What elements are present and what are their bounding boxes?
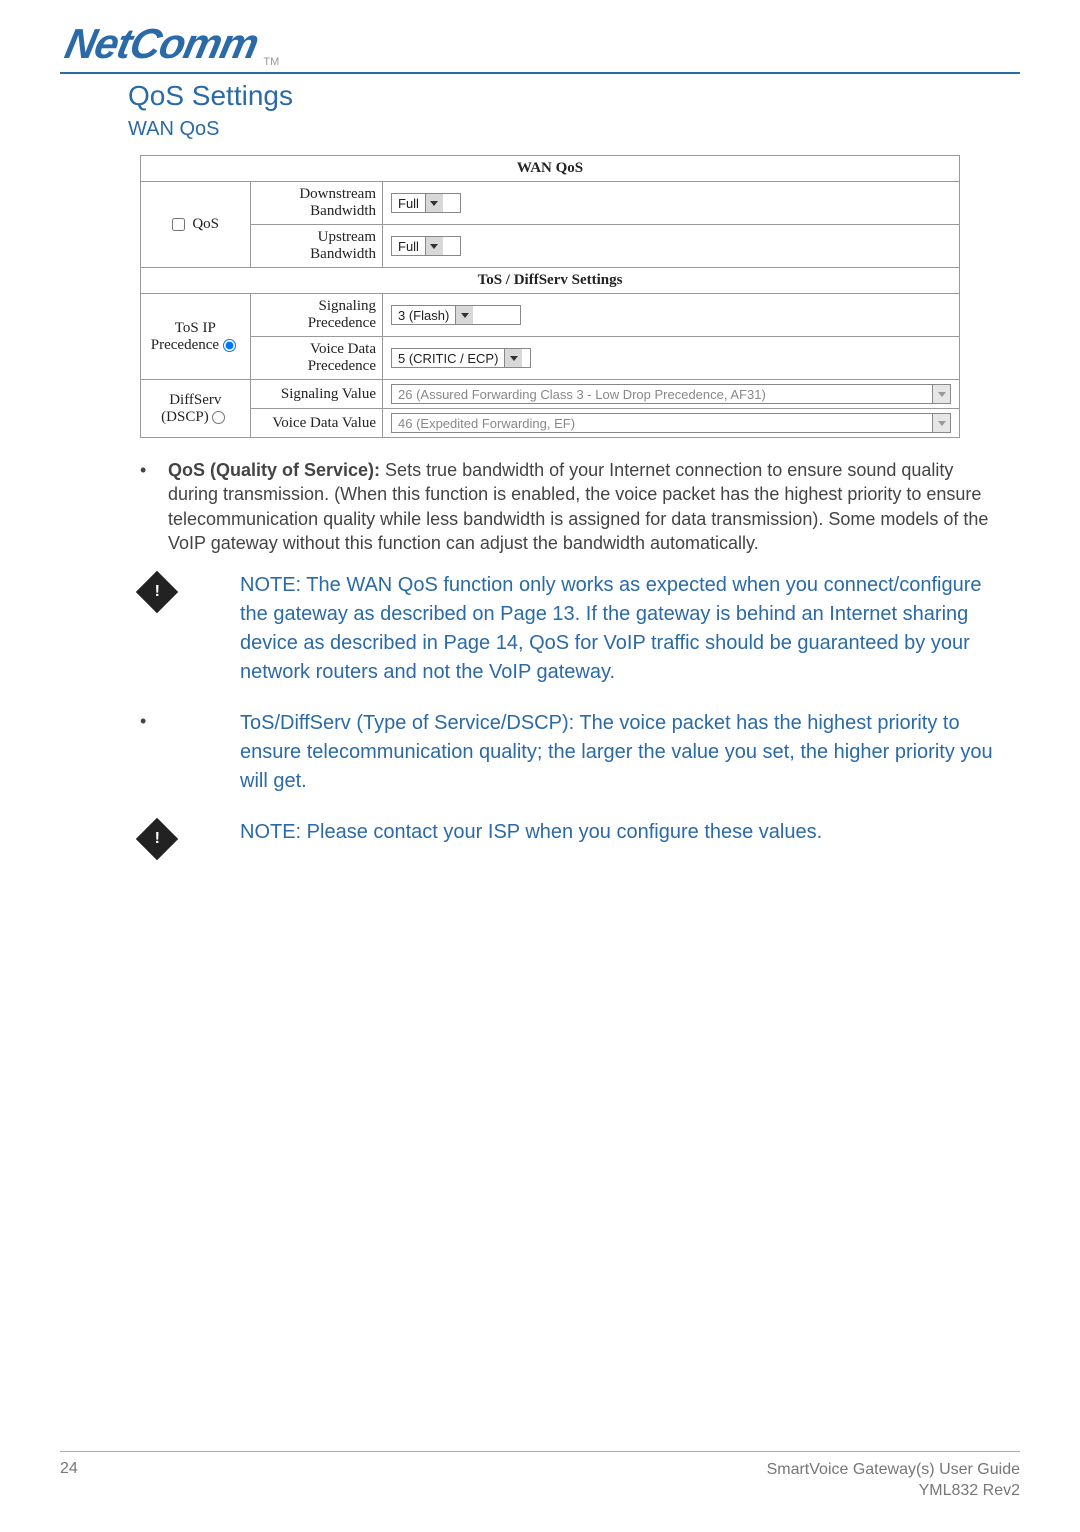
diffserv-row-label: DiffServ (DSCP)	[141, 380, 251, 438]
chevron-down-icon	[504, 349, 522, 367]
downstream-label: Downstream Bandwidth	[250, 182, 382, 225]
downstream-value: Full	[392, 196, 425, 211]
upstream-label: Upstream Bandwidth	[250, 225, 382, 268]
tos-bullet-text: ToS/DiffServ (Type of Service/DSCP): The…	[240, 709, 1000, 796]
upstream-value: Full	[392, 239, 425, 254]
page-number: 24	[60, 1460, 78, 1502]
tos-label-text: ToS IP Precedence	[151, 320, 219, 353]
chevron-down-icon	[425, 194, 443, 212]
table-section-wan-qos: WAN QoS	[141, 156, 960, 182]
bullet-icon: •	[140, 458, 168, 555]
note2-text: NOTE: Please contact your ISP when you c…	[240, 818, 1000, 854]
qos-checkbox[interactable]	[172, 218, 185, 231]
alert-icon	[136, 571, 178, 613]
table-section-tos: ToS / DiffServ Settings	[141, 268, 960, 294]
voice-val-select[interactable]: 46 (Expedited Forwarding, EF)	[391, 413, 951, 433]
note-isp: NOTE: Please contact your ISP when you c…	[140, 818, 1000, 854]
bullet-icon: •	[140, 709, 146, 733]
trademark: TM	[263, 56, 279, 68]
voice-prec-select[interactable]: 5 (CRITIC / ECP)	[391, 348, 531, 368]
qos-bold: QoS (Quality of Service):	[168, 460, 380, 480]
qos-row-label: QoS	[141, 182, 251, 268]
chevron-down-icon	[425, 237, 443, 255]
sig-val-select[interactable]: 26 (Assured Forwarding Class 3 - Low Dro…	[391, 384, 951, 404]
footer-title: SmartVoice Gateway(s) User Guide	[767, 1460, 1020, 1481]
upstream-select[interactable]: Full	[391, 236, 461, 256]
brand-logo: NetComm	[55, 20, 263, 68]
alert-icon	[136, 818, 178, 860]
sig-prec-value: 3 (Flash)	[392, 308, 455, 323]
sig-prec-select[interactable]: 3 (Flash)	[391, 305, 521, 325]
note1-text: NOTE: The WAN QoS function only works as…	[240, 571, 1000, 687]
footer-rev: YML832 Rev2	[767, 1481, 1020, 1502]
diffserv-radio[interactable]	[212, 411, 225, 424]
chevron-down-icon	[455, 306, 473, 324]
wan-qos-table: WAN QoS QoS Downstream Bandwidth Full Up…	[140, 155, 960, 438]
section-title: WAN QoS	[128, 118, 1020, 141]
sig-prec-label: Signaling Precedence	[250, 294, 382, 337]
note-wan-qos: NOTE: The WAN QoS function only works as…	[140, 571, 1000, 687]
voice-val-value: 46 (Expedited Forwarding, EF)	[392, 416, 932, 431]
voice-val-label: Voice Data Value	[250, 409, 382, 438]
tos-row-label: ToS IP Precedence	[141, 294, 251, 380]
qos-description: • QoS (Quality of Service): Sets true ba…	[140, 458, 1000, 555]
sig-val-value: 26 (Assured Forwarding Class 3 - Low Dro…	[392, 387, 932, 402]
tos-description: • ToS/DiffServ (Type of Service/DSCP): T…	[140, 709, 1000, 796]
sig-val-label: Signaling Value	[250, 380, 382, 409]
page-title: QoS Settings	[128, 80, 1020, 112]
voice-prec-value: 5 (CRITIC / ECP)	[392, 351, 504, 366]
header-bar: NetComm TM	[60, 20, 1020, 74]
body-content: • QoS (Quality of Service): Sets true ba…	[140, 458, 1000, 854]
tos-radio[interactable]	[223, 339, 236, 352]
downstream-select[interactable]: Full	[391, 193, 461, 213]
chevron-down-icon	[932, 414, 950, 432]
page-footer: 24 SmartVoice Gateway(s) User Guide YML8…	[60, 1451, 1020, 1502]
qos-label-text: QoS	[192, 216, 219, 232]
chevron-down-icon	[932, 385, 950, 403]
voice-prec-label: Voice Data Precedence	[250, 337, 382, 380]
